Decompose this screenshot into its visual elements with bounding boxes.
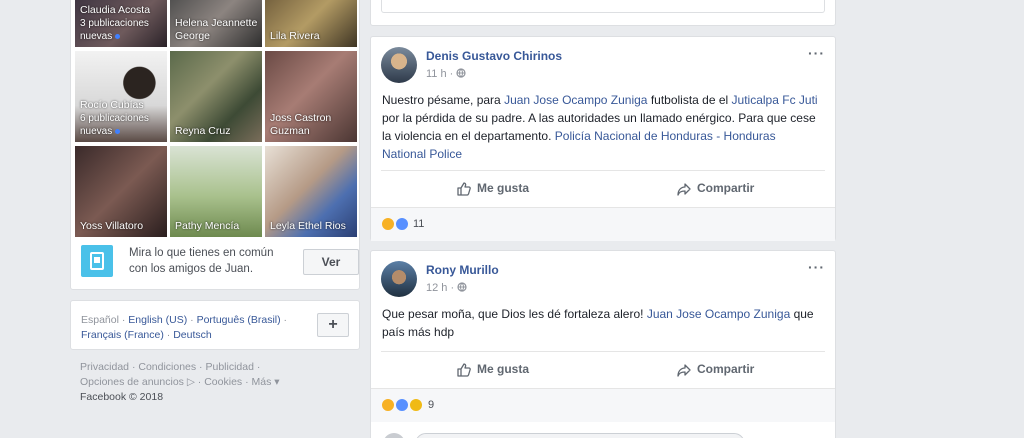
- new-dot: [115, 33, 121, 39]
- like-reaction-icon[interactable]: [395, 217, 409, 231]
- like-button[interactable]: Me gusta: [456, 352, 529, 388]
- share-button[interactable]: Compartir: [676, 352, 754, 388]
- post-time[interactable]: 12 h: [426, 282, 447, 294]
- globe-icon: [457, 282, 467, 292]
- avatar[interactable]: [381, 47, 417, 83]
- friend-name: Pathy Mencía: [175, 220, 240, 232]
- new-dot: [115, 128, 121, 134]
- language-current: Español: [81, 314, 119, 326]
- footer-line[interactable]: Privacidad · Condiciones · Publicidad ·: [80, 360, 300, 375]
- common-friends-row: Mira lo que tienes en común con los amig…: [81, 241, 359, 281]
- mention-link[interactable]: Juan Jose Ocampo Zuniga: [504, 93, 647, 107]
- friend-name: Rocío Cubías 6 publicaciones nuevas: [80, 99, 163, 138]
- sad-reaction-icon[interactable]: [381, 217, 395, 231]
- thumbs-up-icon: [457, 182, 471, 196]
- reaction-count[interactable]: 9: [428, 399, 434, 411]
- comment-composer[interactable]: [381, 433, 821, 438]
- friend-sub: 3 publicaciones nuevas: [80, 18, 149, 42]
- mention-link[interactable]: Juan Jose Ocampo Zuniga: [647, 307, 790, 321]
- friend-tile[interactable]: Rocío Cubías 6 publicaciones nuevas: [75, 51, 167, 142]
- copyright: Facebook © 2018: [80, 391, 164, 403]
- friend-tile[interactable]: Helena Jeannette George: [170, 0, 262, 47]
- post-author[interactable]: Denis Gustavo Chirinos: [426, 49, 562, 63]
- more-dots-icon[interactable]: ···: [808, 45, 825, 61]
- sad-reaction-icon[interactable]: [381, 398, 395, 412]
- post-card: Rony Murillo 12 h · ··· Que pesar moña, …: [370, 250, 836, 438]
- reactions-bar: 9: [371, 388, 835, 422]
- reactions-bar: 11: [371, 207, 835, 241]
- composer-card: [370, 0, 836, 26]
- avatar[interactable]: [381, 261, 417, 297]
- friends-card: Claudia Acosta 3 publicaciones nuevas Hel…: [70, 0, 360, 290]
- language-link[interactable]: Deutsch: [173, 329, 212, 341]
- post-card: Denis Gustavo Chirinos 11 h · ··· Nuestr…: [370, 36, 836, 241]
- share-arrow-icon: [677, 183, 691, 196]
- like-label: Me gusta: [477, 362, 530, 376]
- like-reaction-icon[interactable]: [395, 398, 409, 412]
- footer-line[interactable]: Opciones de anuncios ▷ · Cookies · Más ▾: [80, 375, 300, 390]
- share-arrow-icon: [677, 364, 691, 377]
- post-text: Nuestro pésame, para Juan Jose Ocampo Zu…: [382, 93, 818, 161]
- post-text: Que pesar moña, que Dios les dé fortalez…: [382, 307, 814, 339]
- friends-card-icon: [81, 245, 113, 277]
- post-actions: Me gusta Compartir: [381, 351, 825, 387]
- friend-tile[interactable]: Yoss Villatoro: [75, 146, 167, 237]
- post-author[interactable]: Rony Murillo: [426, 263, 499, 277]
- see-common-button[interactable]: Ver: [303, 249, 359, 275]
- friend-name: Helena Jeannette George: [175, 17, 258, 42]
- post-time[interactable]: 11 h: [426, 68, 447, 80]
- reaction-count[interactable]: 11: [413, 218, 424, 230]
- friend-tile[interactable]: Reyna Cruz: [170, 51, 262, 142]
- friend-name: Leyla Ethel Rios: [270, 220, 346, 232]
- friend-name: Reyna Cruz: [175, 125, 231, 137]
- friend-tile[interactable]: Claudia Acosta 3 publicaciones nuevas: [75, 0, 167, 47]
- common-friends-text: Mira lo que tienes en común con los amig…: [129, 247, 274, 275]
- language-link[interactable]: Français (France): [81, 329, 164, 341]
- share-label: Compartir: [697, 181, 755, 195]
- friend-name: Yoss Villatoro: [80, 220, 144, 232]
- composer-input[interactable]: [381, 0, 825, 13]
- friend-name: Claudia Acosta 3 publicaciones nuevas: [80, 4, 163, 43]
- wow-reaction-icon[interactable]: [409, 398, 423, 412]
- like-label: Me gusta: [477, 181, 530, 195]
- commenter-avatar: [383, 433, 405, 438]
- friend-sub: 6 publicaciones nuevas: [80, 113, 149, 137]
- languages-card: Español · English (US) · Português (Bras…: [70, 300, 360, 350]
- friend-tile[interactable]: Leyla Ethel Rios: [265, 146, 357, 237]
- more-dots-icon[interactable]: ···: [808, 259, 825, 275]
- post-actions: Me gusta Compartir: [381, 170, 825, 206]
- share-button[interactable]: Compartir: [676, 171, 754, 207]
- language-link[interactable]: Português (Brasil): [197, 314, 281, 326]
- comment-input[interactable]: [415, 433, 745, 438]
- footer-links: Privacidad · Condiciones · Publicidad · …: [80, 360, 300, 405]
- post-meta: 11 h ·: [426, 68, 466, 80]
- post-meta: 12 h ·: [426, 282, 467, 294]
- like-button[interactable]: Me gusta: [456, 171, 529, 207]
- friend-tile[interactable]: Pathy Mencía: [170, 146, 262, 237]
- add-language-button[interactable]: +: [317, 313, 349, 337]
- friend-name: Lila Rivera: [270, 30, 320, 42]
- languages-list: Español · English (US) · Português (Bras…: [81, 314, 288, 341]
- thumbs-up-icon: [457, 363, 471, 377]
- share-label: Compartir: [697, 362, 755, 376]
- language-link[interactable]: English (US): [128, 314, 187, 326]
- friend-tile[interactable]: Lila Rivera: [265, 0, 357, 47]
- mention-link[interactable]: Juticalpa Fc Juti: [732, 93, 818, 107]
- friend-tile[interactable]: Joss Castron Guzman: [265, 51, 357, 142]
- globe-icon: [456, 68, 466, 78]
- friend-name: Joss Castron Guzman: [270, 112, 332, 137]
